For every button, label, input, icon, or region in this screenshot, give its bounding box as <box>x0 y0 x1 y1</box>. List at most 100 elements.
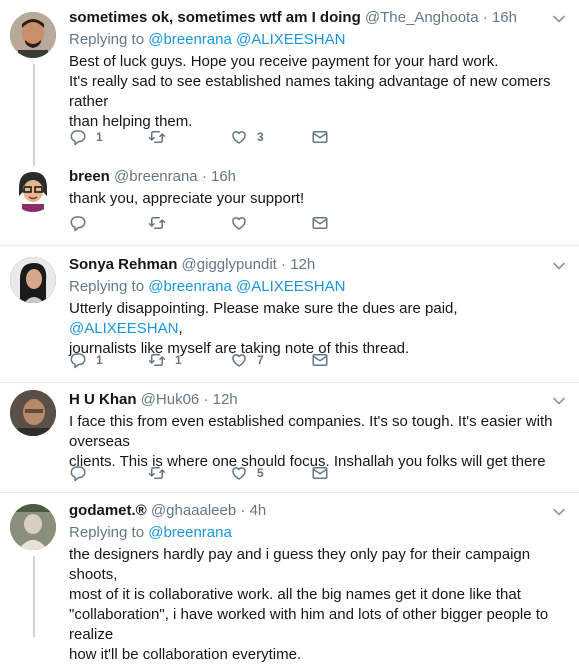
tweet-item[interactable]: breen @breenrana · 16h thank you, apprec… <box>0 160 579 246</box>
display-name[interactable]: breen <box>69 168 110 185</box>
display-name[interactable]: godamet.® <box>69 502 147 519</box>
replying-to: Replying to @breenrana @ALIXEESHAN <box>69 277 565 296</box>
timestamp[interactable]: 16h <box>211 168 236 185</box>
user-handle[interactable]: @breenrana <box>114 168 198 185</box>
mention-link[interactable]: @ALIXEESHAN <box>69 320 178 337</box>
tweet-item[interactable]: H U Khan @Huk06 · 12h I face this from e… <box>0 383 579 493</box>
user-handle[interactable]: @The_Anghoota <box>365 9 479 26</box>
retweet-button[interactable] <box>148 463 175 483</box>
chevron-down-icon[interactable] <box>552 259 566 273</box>
thread-connector <box>33 556 35 637</box>
mention-link[interactable]: @breenrana <box>148 31 232 48</box>
tweet-actions: 5 <box>69 463 369 483</box>
replying-to: Replying to @breenrana <box>69 523 565 542</box>
display-name[interactable]: H U Khan <box>69 391 137 408</box>
tweet-text: Best of luck guys. Hope you receive paym… <box>69 52 565 132</box>
direct-message-button[interactable] <box>311 127 329 147</box>
avatar[interactable] <box>10 12 56 58</box>
mention-link[interactable]: @breenrana <box>148 524 232 541</box>
reply-button[interactable] <box>69 463 96 483</box>
retweet-icon <box>148 214 166 232</box>
tweet-text-line: the designers hardly pay and i guess the… <box>69 546 531 583</box>
tweet-header: Sonya Rehman @gigglypundit · 12h <box>69 255 565 274</box>
tweet-item[interactable]: Sonya Rehman @gigglypundit · 12h Replyin… <box>0 246 579 383</box>
avatar[interactable] <box>10 504 56 550</box>
user-handle[interactable]: @Huk06 <box>141 391 200 408</box>
separator-dot: · <box>203 391 209 408</box>
tweet-text-line: "collaboration", i have worked with him … <box>69 606 549 643</box>
like-count: 7 <box>257 353 264 367</box>
tweet-text-line: how it'll be collaboration everytime. <box>69 646 302 663</box>
like-button[interactable]: 5 <box>230 463 264 483</box>
direct-message-button[interactable] <box>311 213 329 233</box>
chevron-down-icon[interactable] <box>552 394 566 408</box>
replying-to: Replying to @breenrana @ALIXEESHAN <box>69 30 565 49</box>
reply-button[interactable]: 1 <box>69 127 103 147</box>
like-count: 3 <box>257 130 264 144</box>
avatar[interactable] <box>10 257 56 303</box>
mention-link[interactable]: @breenrana <box>148 278 232 295</box>
tweet-feed: sometimes ok, sometimes wtf am I doing @… <box>0 0 579 663</box>
tweet-text-line: Utterly disappointing. Please make sure … <box>69 299 565 339</box>
like-count: 5 <box>257 466 264 480</box>
replying-to-label: Replying to <box>69 278 145 295</box>
separator-dot: · <box>281 256 287 273</box>
tweet-text-line: most of it is collaborative work. all th… <box>69 586 521 603</box>
tweet-header: sometimes ok, sometimes wtf am I doing @… <box>69 8 565 27</box>
avatar[interactable] <box>10 166 56 212</box>
tweet-item[interactable]: sometimes ok, sometimes wtf am I doing @… <box>0 0 579 160</box>
separator-dot: · <box>201 168 207 185</box>
like-button[interactable]: 3 <box>230 127 264 147</box>
reply-icon <box>69 464 87 482</box>
separator-dot: · <box>240 502 246 519</box>
tweet-header: H U Khan @Huk06 · 12h <box>69 390 565 409</box>
user-handle[interactable]: @gigglypundit <box>182 256 277 273</box>
tweet-header: breen @breenrana · 16h <box>69 167 565 186</box>
retweet-button[interactable]: 1 <box>148 350 182 370</box>
display-name[interactable]: sometimes ok, sometimes wtf am I doing <box>69 9 361 26</box>
avatar[interactable] <box>10 390 56 436</box>
tweet-text: the designers hardly pay and i guess the… <box>69 545 565 665</box>
retweet-icon <box>148 351 166 369</box>
thread-connector <box>33 64 35 160</box>
tweet-text-line: thank you, appreciate your support! <box>69 190 305 207</box>
tweet-text-line: It's really sad to see established names… <box>69 73 551 110</box>
chevron-down-icon[interactable] <box>552 12 566 26</box>
tweet-actions: 1 1 7 <box>69 350 369 370</box>
timestamp[interactable]: 12h <box>290 256 315 273</box>
timestamp[interactable]: 4h <box>250 502 267 519</box>
direct-message-icon <box>311 214 329 232</box>
like-icon <box>230 351 248 369</box>
reply-button[interactable]: 1 <box>69 350 103 370</box>
retweet-icon <box>148 128 166 146</box>
reply-icon <box>69 128 87 146</box>
timestamp[interactable]: 16h <box>492 9 517 26</box>
like-button[interactable] <box>230 213 257 233</box>
replying-to-label: Replying to <box>69 524 145 541</box>
mention-link[interactable]: @ALIXEESHAN <box>236 31 345 48</box>
tweet-text-line: Best of luck guys. Hope you receive paym… <box>69 53 499 70</box>
like-button[interactable]: 7 <box>230 350 264 370</box>
direct-message-icon <box>311 128 329 146</box>
reply-button[interactable] <box>69 213 96 233</box>
chevron-down-icon[interactable] <box>552 505 566 519</box>
direct-message-button[interactable] <box>311 463 329 483</box>
separator-dot: · <box>482 9 488 26</box>
display-name[interactable]: Sonya Rehman <box>69 256 177 273</box>
reply-count: 1 <box>96 130 103 144</box>
tweet-actions <box>69 213 369 233</box>
retweet-button[interactable] <box>148 127 175 147</box>
retweet-icon <box>148 464 166 482</box>
mention-link[interactable]: @ALIXEESHAN <box>236 278 345 295</box>
timestamp[interactable]: 12h <box>213 391 238 408</box>
user-handle[interactable]: @ghaaaleeb <box>151 502 236 519</box>
reply-icon <box>69 214 87 232</box>
tweet-item[interactable]: godamet.® @ghaaaleeb · 4h Replying to @b… <box>0 493 579 663</box>
direct-message-icon <box>311 351 329 369</box>
direct-message-button[interactable] <box>311 350 329 370</box>
like-icon <box>230 214 248 232</box>
retweet-button[interactable] <box>148 213 175 233</box>
tweet-text-part: , <box>178 320 183 337</box>
like-icon <box>230 128 248 146</box>
tweet-text-line: I face this from even established compan… <box>69 413 553 450</box>
